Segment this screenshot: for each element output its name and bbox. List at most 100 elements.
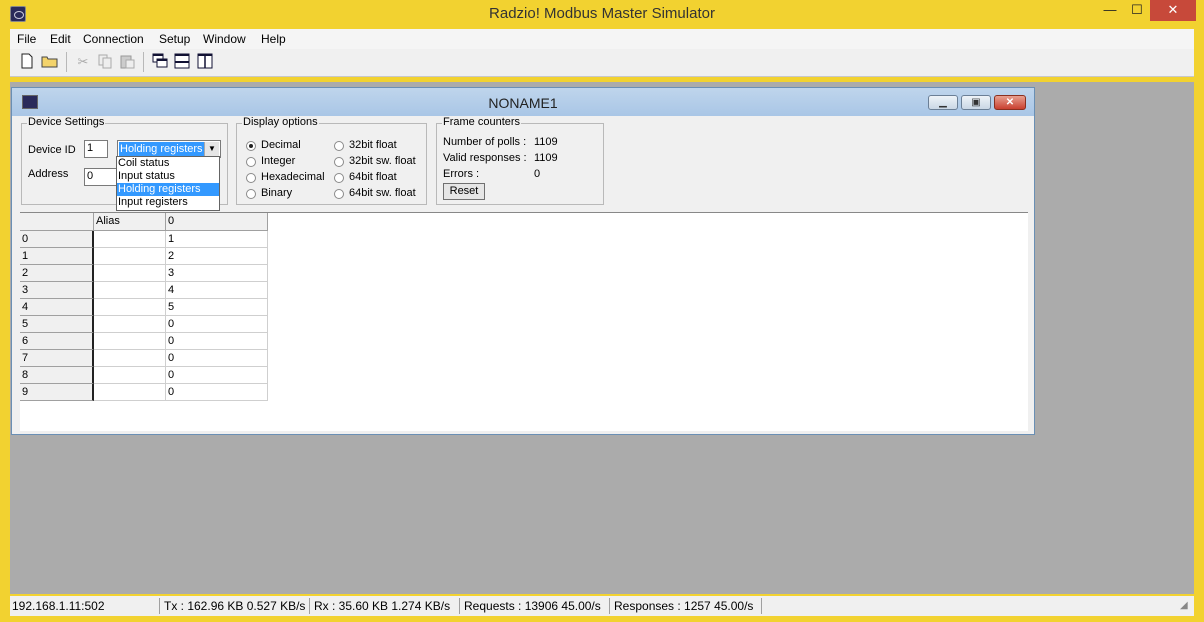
toolbar-separator [143,52,144,72]
radio-integer-label: Integer [261,155,296,167]
menu-setup[interactable]: Setup [159,32,190,46]
menu-window[interactable]: Window [203,32,246,46]
alias-cell[interactable] [94,248,166,265]
value-cell[interactable]: 0 [166,384,268,401]
device-id-label: Device ID [28,144,76,156]
value-cell[interactable]: 0 [166,316,268,333]
radio-64bit-float[interactable] [334,173,344,183]
alias-cell[interactable] [94,282,166,299]
value-cell[interactable]: 1 [166,231,268,248]
radio-binary-label: Binary [261,187,293,199]
child-title-bar[interactable]: NONAME1 ▁ ▣ ✕ [12,88,1034,116]
row-header[interactable]: 1 [20,248,94,265]
copy-icon[interactable] [96,53,114,71]
value-cell[interactable]: 2 [166,248,268,265]
value-cell[interactable]: 4 [166,282,268,299]
polls-value: 1109 [534,136,558,148]
alias-cell[interactable] [94,265,166,282]
row-header[interactable]: 0 [20,231,94,248]
tile-vertical-icon[interactable] [196,53,214,71]
window-title: Radzio! Modbus Master Simulator [489,5,715,22]
reset-button[interactable]: Reset [443,183,485,200]
register-type-value: Holding registers [119,142,204,156]
frame-counters-group: Frame counters Number of polls : 1109 Va… [436,116,604,205]
radio-binary[interactable] [246,189,256,199]
alias-cell[interactable] [94,231,166,248]
radio-integer[interactable] [246,157,256,167]
errors-label: Errors : [443,168,480,180]
row-header[interactable]: 5 [20,316,94,333]
value-cell[interactable]: 0 [166,367,268,384]
size-grip-icon[interactable]: ◢ [1180,600,1192,612]
value-cell[interactable]: 3 [166,265,268,282]
register-type-dropdown-list: Coil status Input status Holding registe… [116,156,220,211]
alias-cell[interactable] [94,316,166,333]
row-header[interactable]: 7 [20,350,94,367]
device-settings-legend: Device Settings [27,116,106,128]
menu-bar: File Edit Connection Setup Window Help [10,29,1194,49]
new-file-icon[interactable] [18,53,36,71]
column-header-value[interactable]: 0 [166,213,268,231]
chevron-down-icon[interactable]: ▼ [204,142,219,156]
value-cell[interactable]: 0 [166,333,268,350]
child-close-button[interactable]: ✕ [994,95,1026,110]
row-header[interactable]: 3 [20,282,94,299]
cut-icon[interactable]: ✂ [74,53,92,71]
radio-32bit-float[interactable] [334,141,344,151]
row-header[interactable]: 2 [20,265,94,282]
open-folder-icon[interactable] [41,53,59,71]
row-header[interactable]: 6 [20,333,94,350]
radio-decimal-label: Decimal [261,139,301,151]
dropdown-option-coil-status[interactable]: Coil status [117,157,219,170]
cascade-icon[interactable] [151,53,169,71]
alias-cell[interactable] [94,367,166,384]
menu-connection[interactable]: Connection [83,32,144,46]
tile-horizontal-icon[interactable] [173,53,191,71]
maximize-button[interactable]: ☐ [1124,0,1150,21]
alias-cell[interactable] [94,350,166,367]
row-header[interactable]: 9 [20,384,94,401]
device-id-field[interactable]: 1 [84,140,108,158]
alias-cell[interactable] [94,333,166,350]
column-header-alias[interactable]: Alias [94,213,166,231]
minimize-button[interactable]: — [1096,0,1124,21]
dropdown-option-input-status[interactable]: Input status [117,170,219,183]
value-cell[interactable]: 5 [166,299,268,316]
menu-help[interactable]: Help [261,32,286,46]
menu-edit[interactable]: Edit [50,32,71,46]
address-label: Address [28,168,69,180]
title-bar[interactable]: Radzio! Modbus Master Simulator — ☐ ✕ [0,0,1204,28]
status-address: 192.168.1.11:502 [10,598,160,614]
menu-file[interactable]: File [17,32,36,46]
dropdown-option-holding-registers[interactable]: Holding registers [117,183,219,196]
paste-icon[interactable] [118,53,136,71]
errors-value: 0 [534,168,541,180]
radio-hexadecimal[interactable] [246,173,256,183]
row-header[interactable]: 4 [20,299,94,316]
radio-decimal[interactable] [246,141,256,151]
status-tx: Tx : 162.96 KB 0.527 KB/s [162,598,310,614]
child-restore-button[interactable]: ▣ [961,95,991,110]
address-field[interactable]: 0 [84,168,118,186]
close-button[interactable]: ✕ [1150,0,1196,21]
alias-cell[interactable] [94,299,166,316]
app-window: Radzio! Modbus Master Simulator — ☐ ✕ Fi… [0,0,1204,622]
child-minimize-button[interactable]: ▁ [928,95,958,110]
radio-32bit-sw-float[interactable] [334,157,344,167]
alias-cell[interactable] [94,384,166,401]
child-window-title: NONAME1 [488,95,558,111]
radio-64bit-float-label: 64bit float [349,171,397,183]
polls-label: Number of polls : [443,136,527,148]
status-requests: Requests : 13906 45.00/s [462,598,610,614]
radio-64bit-sw-float[interactable] [334,189,344,199]
radio-64bit-sw-float-label: 64bit sw. float [349,187,416,199]
radio-32bit-float-label: 32bit float [349,139,397,151]
row-header[interactable]: 8 [20,367,94,384]
display-options-legend: Display options [242,116,319,128]
toolbar-separator [66,52,67,72]
radio-32bit-sw-float-label: 32bit sw. float [349,155,416,167]
grid-corner-header [20,213,94,231]
status-responses: Responses : 1257 45.00/s [612,598,762,614]
value-cell[interactable]: 0 [166,350,268,367]
dropdown-option-input-registers[interactable]: Input registers [117,196,219,209]
